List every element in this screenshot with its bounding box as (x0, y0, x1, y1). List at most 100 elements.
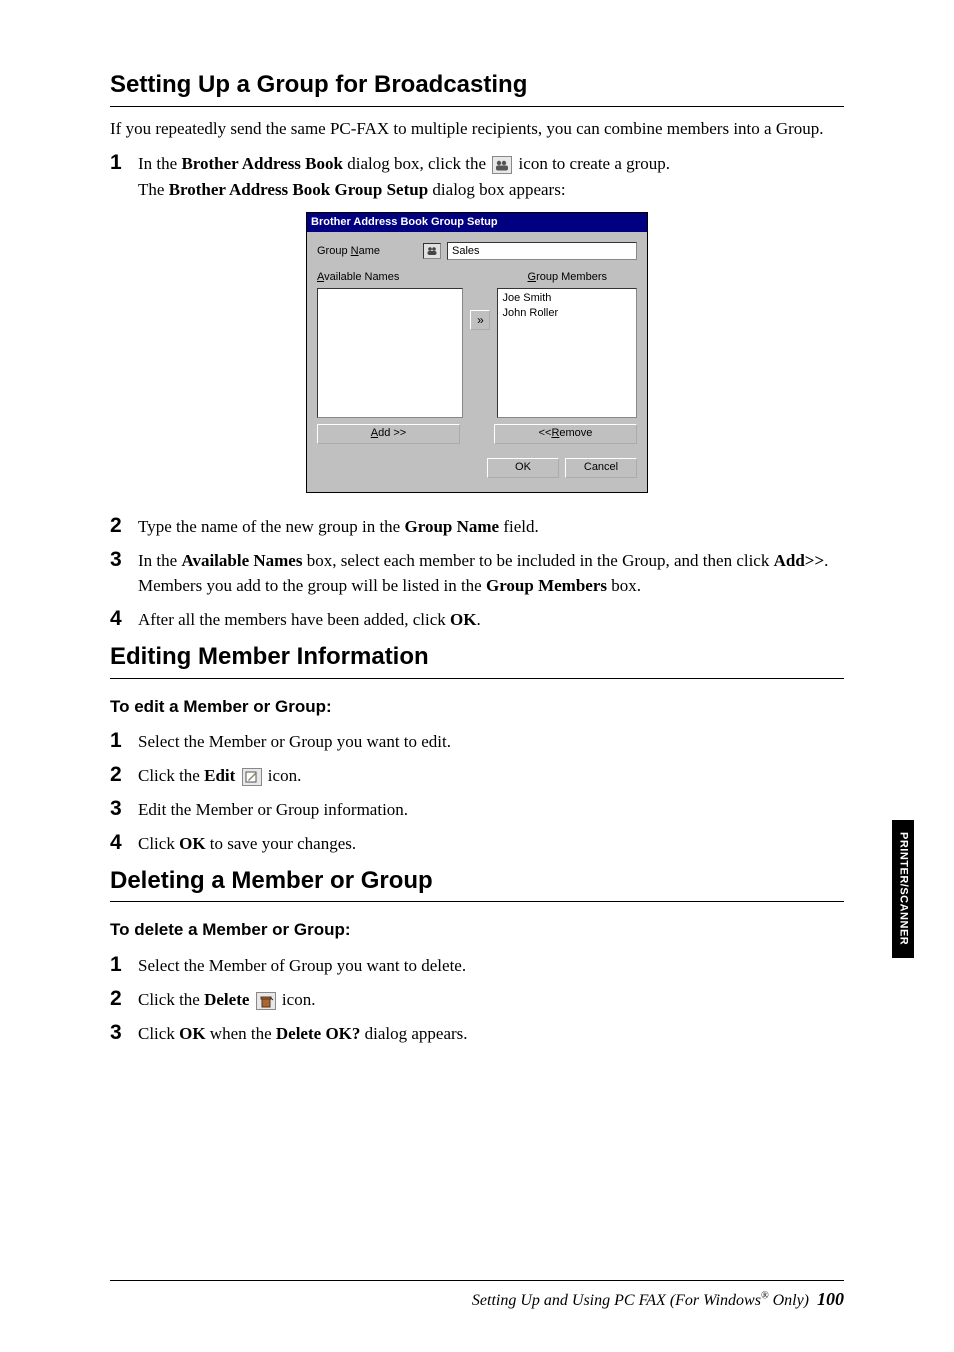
t: OK (179, 1024, 205, 1043)
remove-button[interactable]: << Remove (494, 424, 637, 444)
t: to save your changes. (206, 834, 357, 853)
step-number: 2 (110, 762, 138, 787)
steps-section2: 1 Select the Member or Group you want to… (110, 728, 844, 855)
t: dialog appears. (360, 1024, 467, 1043)
step-number: 2 (110, 513, 138, 538)
t: In the (138, 551, 181, 570)
t: dd >> (378, 426, 406, 441)
page-number: 100 (817, 1289, 844, 1309)
group-members-list[interactable]: Joe Smith John Roller (497, 288, 637, 418)
t: vailable Names (324, 271, 399, 283)
t: when the (206, 1024, 276, 1043)
list-item[interactable]: Joe Smith (502, 291, 632, 306)
rule (110, 678, 844, 679)
list-item[interactable]: John Roller (502, 306, 632, 321)
dialog-screenshot: Brother Address Book Group Setup Group N… (110, 212, 844, 493)
available-names-list[interactable] (317, 288, 463, 418)
t: Type the name of the new group in the (138, 517, 404, 536)
intro-paragraph: If you repeatedly send the same PC-FAX t… (110, 117, 844, 141)
rule (110, 901, 844, 902)
t: A (371, 426, 378, 441)
t: field. (499, 517, 539, 536)
t: Click the (138, 990, 204, 1009)
steps-section1: 1 In the Brother Address Book dialog box… (110, 150, 844, 202)
t: Click (138, 834, 179, 853)
t: N (351, 245, 359, 257)
t: Click (138, 1024, 179, 1043)
subhead-edit: To edit a Member or Group: (110, 695, 844, 719)
t: Click the (138, 766, 204, 785)
t: icon. (278, 990, 316, 1009)
step-text: Edit the Member or Group information. (138, 796, 844, 822)
step-text: After all the members have been added, c… (138, 606, 844, 632)
group-setup-dialog: Brother Address Book Group Setup Group N… (306, 212, 648, 493)
group-icon (423, 243, 441, 259)
heading-editing-member: Editing Member Information (110, 640, 844, 674)
t: Group (317, 245, 351, 257)
delete-icon (256, 992, 276, 1010)
t: . (824, 551, 828, 570)
step-text: Type the name of the new group in the Gr… (138, 513, 844, 539)
dialog-titlebar: Brother Address Book Group Setup (307, 213, 647, 232)
t: In the (138, 154, 181, 173)
step-number: 4 (110, 830, 138, 855)
step-number: 1 (110, 150, 138, 175)
t: Available Names (181, 551, 302, 570)
step-text: Click the Edit icon. (138, 762, 844, 788)
step-text: Click OK when the Delete OK? dialog appe… (138, 1020, 844, 1046)
step-number: 1 (110, 952, 138, 977)
ok-button[interactable]: OK (487, 458, 559, 478)
step-text: Select the Member of Group you want to d… (138, 952, 844, 978)
t: icon. (264, 766, 302, 785)
t: box. (607, 576, 641, 595)
step-number: 3 (110, 796, 138, 821)
footer-text: Only) (769, 1292, 809, 1309)
t: OK (179, 834, 205, 853)
group-members-label: Group Members (497, 270, 637, 285)
t: . (476, 610, 480, 629)
registered-mark: ® (761, 1290, 769, 1301)
t: Brother Address Book Group Setup (169, 180, 428, 199)
available-names-label: Available Names (317, 270, 463, 285)
step-number: 4 (110, 606, 138, 631)
t: Delete OK? (276, 1024, 361, 1043)
add-button[interactable]: Add >> (317, 424, 460, 444)
step-number: 1 (110, 728, 138, 753)
cancel-button[interactable]: Cancel (565, 458, 637, 478)
step-text: Click the Delete icon. (138, 986, 844, 1012)
t: Delete (204, 990, 249, 1009)
heading-setup-group: Setting Up a Group for Broadcasting (110, 68, 844, 102)
t: dialog box, click the (343, 154, 490, 173)
heading-deleting-member: Deleting a Member or Group (110, 864, 844, 898)
edit-icon (242, 768, 262, 786)
t: roup Members (536, 271, 607, 283)
step-number: 3 (110, 1020, 138, 1045)
t: Brother Address Book (181, 154, 343, 173)
step-number: 2 (110, 986, 138, 1011)
t: G (528, 271, 537, 283)
t: OK (450, 610, 476, 629)
step-text: In the Brother Address Book dialog box, … (138, 150, 844, 202)
t: Group Members (486, 576, 607, 595)
side-tab-printer-scanner: PRINTER/SCANNER (892, 820, 914, 958)
t: emove (559, 426, 592, 441)
t: box, select each member to be included i… (302, 551, 773, 570)
subhead-delete: To delete a Member or Group: (110, 918, 844, 942)
rule (110, 106, 844, 107)
t: R (551, 426, 559, 441)
group-name-input[interactable] (447, 242, 637, 260)
step-text: Click OK to save your changes. (138, 830, 844, 856)
t: Members you add to the group will be lis… (138, 576, 486, 595)
step-text: Select the Member or Group you want to e… (138, 728, 844, 754)
step-number: 3 (110, 547, 138, 572)
t: After all the members have been added, c… (138, 610, 450, 629)
move-right-button[interactable]: » (470, 310, 490, 330)
footer-text: Setting Up and Using PC FAX (For Windows (472, 1292, 761, 1309)
step-text: In the Available Names box, select each … (138, 547, 844, 599)
t: << (539, 426, 552, 441)
group-name-label: Group Name (317, 244, 417, 259)
page-footer: Setting Up and Using PC FAX (For Windows… (110, 1280, 844, 1312)
t: The (138, 180, 169, 199)
t: Add>> (774, 551, 825, 570)
group-icon (492, 156, 512, 174)
